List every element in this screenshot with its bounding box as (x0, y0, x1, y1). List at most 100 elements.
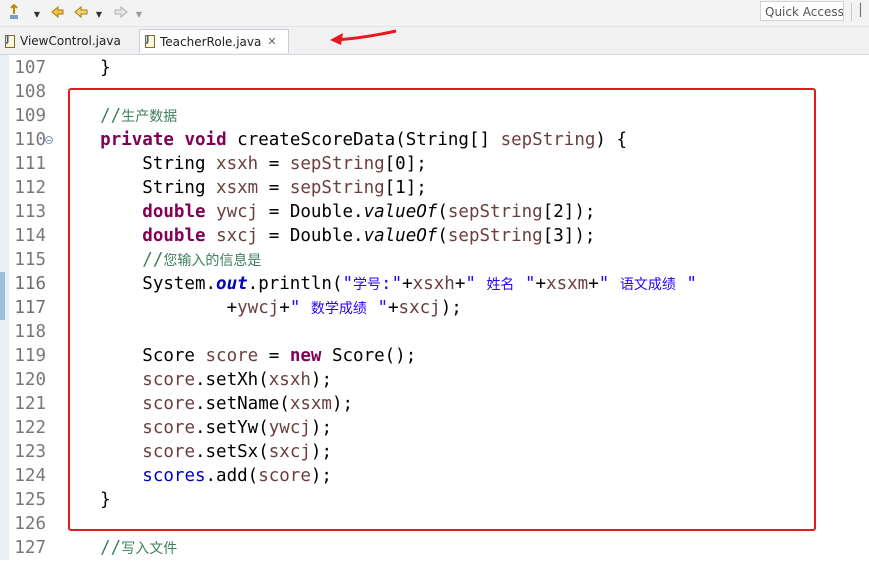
code-token: xsxh (216, 154, 259, 174)
code-line[interactable]: 126 (0, 512, 869, 536)
code-token: xsxm (216, 178, 259, 198)
code-text: //生产数据 (58, 104, 177, 129)
code-token: ); (440, 298, 462, 318)
code-token: sepString (447, 226, 543, 246)
code-token: = (258, 346, 290, 366)
code-text: private void createScoreData(String[] se… (58, 128, 627, 152)
tab-teacherrole-java[interactable]: J TeacherRole.java ✕ (139, 29, 289, 53)
code-line[interactable]: 116 System.out.println("学号:"+xsxh+" 姓名 "… (0, 272, 869, 296)
chevron-down-icon[interactable]: ▼ (32, 5, 42, 23)
code-line[interactable]: 120 score.setXh(xsxh); (0, 368, 869, 392)
chevron-down-icon[interactable]: ▼ (134, 5, 144, 23)
code-token: sxcj (216, 226, 259, 246)
code-token: sxcj (268, 442, 311, 462)
code-line[interactable]: 124 scores.add(score); (0, 464, 869, 488)
code-line[interactable]: 125 } (0, 488, 869, 512)
code-token: ); (310, 418, 332, 438)
tab-viewcontrol-java[interactable]: J ViewControl.java (0, 29, 135, 53)
code-text: score.setXh(xsxh); (58, 368, 332, 392)
change-marker (0, 272, 5, 296)
code-token: sepString (289, 178, 385, 198)
line-number: 126 (14, 514, 46, 534)
code-line[interactable]: 113 double ywcj = Double.valueOf(sepStri… (0, 200, 869, 224)
code-line[interactable]: 122 score.setYw(ywcj); (0, 416, 869, 440)
line-number: 114 (14, 226, 46, 246)
code-token: double (142, 202, 206, 222)
code-token: ( (437, 202, 448, 222)
code-line[interactable]: 119 Score score = new Score(); (0, 344, 869, 368)
chevron-down-icon[interactable]: ▼ (94, 5, 104, 23)
code-token: // (58, 250, 164, 270)
code-token: createScoreData(String[] (226, 130, 501, 150)
code-token: ( (437, 226, 448, 246)
code-line[interactable]: 111 String xsxh = sepString[0]; (0, 152, 869, 176)
code-token: " (514, 274, 536, 294)
code-token: " (342, 274, 354, 294)
code-token: 生产数据 (121, 109, 178, 125)
line-number: 115 (14, 250, 46, 270)
code-line[interactable]: 107 } (0, 56, 869, 80)
fold-toggle-icon[interactable]: − (45, 136, 53, 145)
line-number: 123 (14, 442, 46, 462)
line-number: 124 (14, 466, 46, 486)
perspective-icon[interactable]: ▏ (860, 3, 869, 21)
code-token: Score(); (321, 346, 417, 366)
code-token: = (258, 178, 290, 198)
code-text: //写入文件 (58, 536, 177, 561)
run-last-tool-icon[interactable] (6, 3, 22, 21)
code-token: .setSx( (194, 442, 269, 462)
code-line[interactable]: 112 String xsxm = sepString[1]; (0, 176, 869, 200)
code-text: score.setYw(ywcj); (58, 416, 332, 440)
code-token: .add( (205, 466, 259, 486)
code-text: scores.add(score); (58, 464, 332, 488)
code-line[interactable]: 123 score.setSx(sxcj); (0, 440, 869, 464)
main-toolbar: ▼ ▼ ▼ Quick Access ▏ (0, 0, 869, 27)
code-token: " (465, 274, 487, 294)
code-token: ); (310, 442, 332, 462)
code-token: score (258, 466, 311, 486)
last-edit-location-icon[interactable] (48, 3, 66, 21)
code-token: 学号 (353, 277, 382, 293)
code-line[interactable]: 110− private void createScoreData(String… (0, 128, 869, 152)
code-line[interactable]: 114 double sxcj = Double.valueOf(sepStri… (0, 224, 869, 248)
code-line[interactable]: 121 score.setName(xsxm); (0, 392, 869, 416)
code-token: + (226, 298, 238, 318)
line-number: 109 (14, 106, 46, 126)
code-line[interactable]: 118 (0, 320, 869, 344)
code-token: + (588, 274, 599, 294)
code-line[interactable]: 115 //您输入的信息是 (0, 248, 869, 272)
back-arrow-icon[interactable] (72, 3, 90, 21)
code-token: 写入文件 (121, 541, 178, 557)
code-token: 您输入的信息是 (163, 253, 262, 269)
code-token: " (598, 274, 620, 294)
code-line[interactable]: 109 //生产数据 (0, 104, 869, 128)
line-number: 110 (14, 130, 46, 150)
code-line[interactable]: 127 //写入文件 (0, 536, 869, 560)
code-token: + (454, 274, 466, 294)
code-token: .setName( (194, 394, 290, 414)
toolbar-divider (851, 3, 852, 21)
code-token: .println( (247, 274, 343, 294)
code-token: = Double. (258, 202, 364, 222)
code-token: double (142, 226, 206, 246)
close-icon[interactable]: ✕ (267, 35, 276, 48)
code-token: xsxh (412, 274, 455, 294)
code-token: :" (381, 274, 403, 294)
quick-access-input[interactable]: Quick Access (760, 1, 844, 21)
code-line[interactable]: 117 +ywcj+" 数学成绩 "+sxcj); (0, 296, 869, 320)
forward-arrow-icon[interactable] (112, 3, 130, 21)
tab-label: TeacherRole.java (160, 34, 262, 49)
code-text: } (58, 56, 111, 80)
code-token: + (387, 298, 399, 318)
code-token: ywcj (268, 418, 311, 438)
code-token: score (142, 418, 195, 438)
line-number: 113 (14, 202, 46, 222)
line-number: 118 (14, 322, 46, 342)
code-line[interactable]: 108 (0, 80, 869, 104)
